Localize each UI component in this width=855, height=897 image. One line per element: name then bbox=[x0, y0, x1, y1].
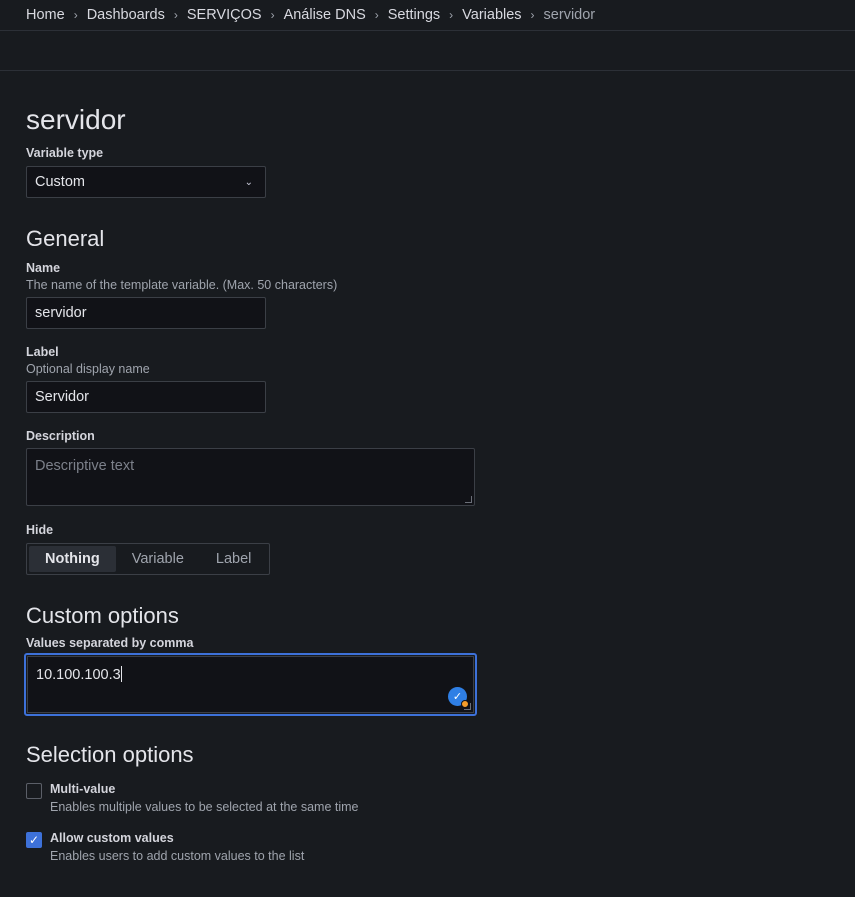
chevron-right-icon: › bbox=[73, 8, 78, 22]
chevron-right-icon: › bbox=[530, 8, 535, 22]
variable-type-value: Custom bbox=[35, 174, 85, 190]
label-label: Label bbox=[26, 345, 59, 359]
allow-custom-label: Allow custom values bbox=[50, 831, 174, 845]
name-label: Name bbox=[26, 261, 61, 275]
hide-option-nothing[interactable]: Nothing bbox=[29, 546, 116, 572]
values-textarea[interactable]: 10.100.100.3 ✓ bbox=[27, 656, 474, 713]
allow-custom-option: ✓ Allow custom values Enables users to a… bbox=[26, 831, 829, 864]
general-heading: General bbox=[26, 226, 105, 251]
hide-option-variable[interactable]: Variable bbox=[116, 546, 200, 572]
breadcrumb-dashboards[interactable]: Dashboards bbox=[87, 7, 165, 23]
hide-label: Hide bbox=[26, 523, 54, 537]
chevron-right-icon: › bbox=[374, 8, 379, 22]
breadcrumb: Home › Dashboards › SERVIÇOS › Análise D… bbox=[0, 0, 855, 31]
values-textarea-focus: 10.100.100.3 ✓ bbox=[24, 653, 477, 716]
breadcrumb-variables[interactable]: Variables bbox=[462, 7, 521, 23]
toolbar bbox=[0, 31, 855, 71]
values-value: 10.100.100.3 bbox=[36, 667, 121, 683]
breadcrumb-settings[interactable]: Settings bbox=[388, 7, 440, 23]
variable-type-select[interactable]: Custom ⌄ bbox=[26, 166, 266, 198]
breadcrumb-dashboard[interactable]: Análise DNS bbox=[284, 7, 366, 23]
label-value: Servidor bbox=[35, 389, 89, 405]
label-input[interactable]: Servidor bbox=[26, 381, 266, 413]
chevron-right-icon: › bbox=[173, 8, 178, 22]
breadcrumb-folder[interactable]: SERVIÇOS bbox=[187, 7, 262, 23]
multi-value-option: Multi-value Enables multiple values to b… bbox=[26, 782, 829, 815]
hide-radio-group: Nothing Variable Label bbox=[26, 543, 271, 575]
allow-custom-checkbox[interactable]: ✓ bbox=[26, 832, 42, 848]
hide-option-label[interactable]: Label bbox=[200, 546, 267, 572]
selection-options-heading: Selection options bbox=[26, 742, 194, 767]
values-label: Values separated by comma bbox=[26, 636, 194, 650]
variable-editor: servidor Variable type Custom ⌄ General … bbox=[0, 105, 855, 864]
chevron-right-icon: › bbox=[449, 8, 454, 22]
multi-value-description: Enables multiple values to be selected a… bbox=[50, 800, 359, 814]
label-description: Optional display name bbox=[26, 362, 150, 376]
breadcrumb-current: servidor bbox=[543, 7, 596, 23]
name-input[interactable]: servidor bbox=[26, 297, 266, 329]
resize-handle-icon[interactable] bbox=[464, 703, 471, 710]
chevron-right-icon: › bbox=[270, 8, 275, 22]
chevron-down-icon: ⌄ bbox=[244, 176, 253, 188]
page-title: servidor bbox=[26, 104, 126, 135]
custom-options-heading: Custom options bbox=[26, 603, 179, 628]
resize-handle-icon[interactable] bbox=[465, 496, 472, 503]
text-caret bbox=[120, 666, 122, 682]
description-label: Description bbox=[26, 429, 95, 443]
breadcrumb-home[interactable]: Home bbox=[26, 7, 65, 23]
allow-custom-description: Enables users to add custom values to th… bbox=[50, 849, 305, 863]
multi-value-checkbox[interactable] bbox=[26, 783, 42, 799]
variable-type-label: Variable type bbox=[26, 146, 104, 160]
name-value: servidor bbox=[35, 305, 87, 321]
description-textarea[interactable]: Descriptive text bbox=[26, 448, 475, 506]
description-placeholder: Descriptive text bbox=[35, 458, 135, 474]
multi-value-label: Multi-value bbox=[50, 782, 116, 796]
name-description: The name of the template variable. (Max.… bbox=[26, 278, 338, 292]
